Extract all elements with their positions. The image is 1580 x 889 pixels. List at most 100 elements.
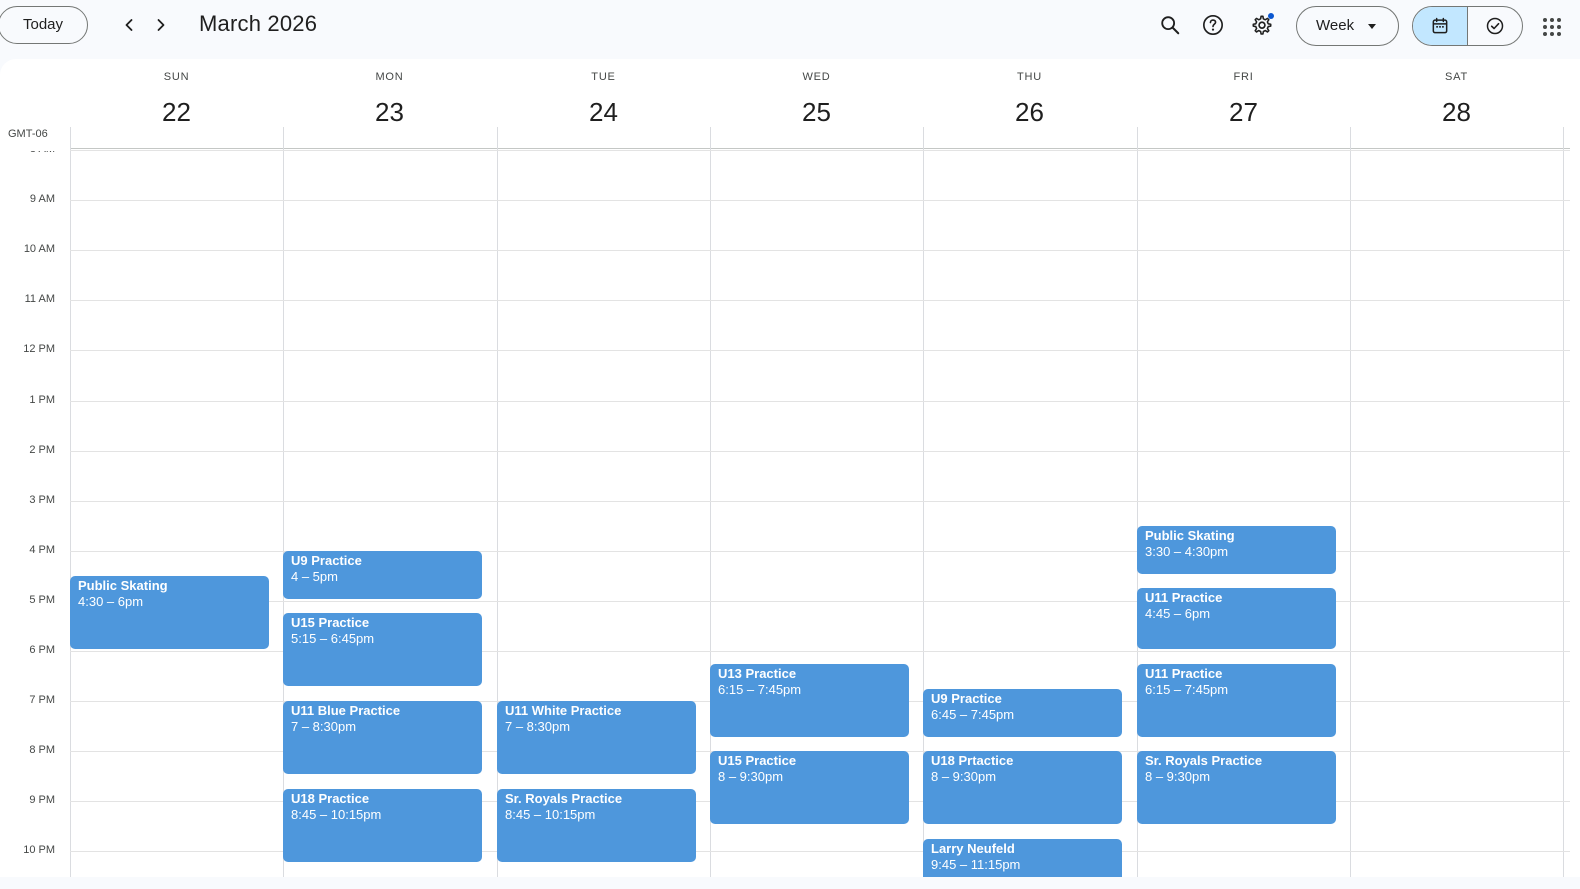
event-title: U11 Practice [1145,590,1223,605]
hour-gridline [70,300,1570,301]
calendar-event[interactable]: Public Skating 3:30 – 4:30pm [1137,526,1336,574]
day-of-week-label: MON [375,71,404,83]
hour-label: 10 PM [23,844,55,856]
day-number[interactable]: 22 [70,97,283,128]
calendar-event[interactable]: Public Skating 4:30 – 6pm [70,576,269,649]
apps-grid-icon [1543,18,1561,36]
day-of-week-label: THU [1016,71,1042,83]
header-mask [0,141,70,151]
hour-label: 4 PM [29,544,55,556]
day-number[interactable]: 25 [710,97,923,128]
calendar-tasks-toggle [1412,6,1523,46]
calendar-event[interactable]: U15 Practice 8 – 9:30pm [710,751,909,824]
calendar-event[interactable]: U9 Practice 4 – 5pm [283,551,482,599]
hour-label: 6 PM [29,644,55,656]
day-of-week-label: FRI [1233,71,1254,83]
event-title: U9 Practice [931,691,1002,706]
calendar-event[interactable]: Sr. Royals Practice 8 – 9:30pm [1137,751,1336,824]
view-switcher[interactable]: Week [1296,6,1399,46]
apps-button[interactable] [1538,12,1566,40]
hour-label: 9 AM [29,193,55,205]
previous-week-button[interactable] [114,10,144,40]
calendar-event[interactable]: U9 Practice 6:45 – 7:45pm [923,689,1122,737]
day-number[interactable]: 24 [497,97,710,128]
calendar-event[interactable]: Larry Neufeld 9:45 – 11:15pm [923,839,1122,877]
day-number[interactable]: 27 [1137,97,1350,128]
day-number[interactable]: 26 [923,97,1136,128]
event-time: 4 – 5pm [291,569,338,584]
search-button[interactable] [1153,8,1187,42]
calendar-event[interactable]: U15 Practice 5:15 – 6:45pm [283,613,482,686]
event-time: 7 – 8:30pm [505,719,571,734]
calendar-event[interactable]: Sr. Royals Practice 8:45 – 10:15pm [497,789,696,862]
event-time: 8:45 – 10:15pm [505,807,596,822]
hour-gridline [70,451,1570,452]
event-time: 8 – 9:30pm [718,769,784,784]
day-column-divider [1350,127,1351,877]
calendar-event[interactable]: U11 Blue Practice 7 – 8:30pm [283,701,482,774]
event-title: U11 White Practice [505,703,622,718]
event-title: U11 Practice [1145,666,1223,681]
today-button[interactable]: Today [0,6,88,44]
search-icon [1161,16,1180,35]
hour-label: 8 PM [29,744,55,756]
event-time: 6:15 – 7:45pm [1145,682,1229,697]
caret-down-icon [1368,24,1376,29]
hour-label: 3 PM [29,494,55,506]
day-of-week-label: TUE [591,71,616,83]
day-number[interactable]: 23 [283,97,496,128]
event-title: U13 Practice [718,666,797,681]
help-icon [1203,15,1223,35]
event-title: U9 Practice [291,553,362,568]
day-of-week-label: SUN [163,71,190,83]
calendar-event[interactable]: U13 Practice 6:15 – 7:45pm [710,664,909,737]
event-time: 8 – 9:30pm [1145,769,1211,784]
settings-button[interactable] [1245,8,1279,42]
calendar-event[interactable]: U11 White Practice 7 – 8:30pm [497,701,696,774]
calendar-event[interactable]: U18 Prtactice 8 – 9:30pm [923,751,1122,824]
hour-gridline [70,350,1570,351]
hour-label: 10 AM [23,243,55,255]
calendar-icon [1432,17,1448,34]
event-time: 5:15 – 6:45pm [291,631,375,646]
calendar-event[interactable]: U11 Practice 4:45 – 6pm [1137,588,1336,649]
tasks-view-toggle[interactable] [1468,7,1522,45]
hour-gridline [70,501,1570,502]
hour-gridline [70,601,1570,602]
calendar-view-toggle[interactable] [1413,7,1468,45]
hour-label: 5 PM [29,594,55,606]
day-number[interactable]: 28 [1350,97,1563,128]
event-time: 4:30 – 6pm [78,594,144,609]
next-week-button[interactable] [146,10,176,40]
event-time: 7 – 8:30pm [291,719,357,734]
event-time: 6:45 – 7:45pm [931,707,1015,722]
event-title: U15 Practice [291,615,370,630]
event-time: 8 – 9:30pm [931,769,997,784]
event-title: U15 Practice [718,753,797,768]
tasks-check-icon [1486,17,1504,35]
chevron-left-icon [125,19,133,31]
view-switcher-label: Week [1316,17,1355,34]
calendar-event[interactable]: U11 Practice 6:15 – 7:45pm [1137,664,1336,737]
day-column-divider [1563,127,1564,877]
event-time: 3:30 – 4:30pm [1145,544,1229,559]
event-time: 8:45 – 10:15pm [291,807,382,822]
event-title: U11 Blue Practice [291,703,401,718]
help-button[interactable] [1196,8,1230,42]
day-of-week-label: SAT [1445,71,1468,83]
hour-label: 11 AM [24,293,55,305]
hour-gridline [70,250,1570,251]
month-title: March 2026 [199,11,318,36]
week-grid: GMT-06 SUN 22 MON 23 TUE 24 WED 25 THU 26 FRI 27 SAT… [0,59,1580,877]
event-title: Larry Neufeld [931,841,1015,856]
hour-label: 1 PM [29,394,55,406]
event-time: 9:45 – 11:15pm [931,857,1021,872]
header-divider [70,148,1570,149]
event-title: U18 Prtactice [931,753,1014,768]
event-title: Public Skating [1145,528,1235,543]
hour-label: 9 PM [29,794,55,806]
hour-gridline [70,150,1570,151]
calendar-event[interactable]: U18 Practice 8:45 – 10:15pm [283,789,482,862]
hour-label: 2 PM [29,444,55,456]
notification-dot [1268,13,1274,19]
